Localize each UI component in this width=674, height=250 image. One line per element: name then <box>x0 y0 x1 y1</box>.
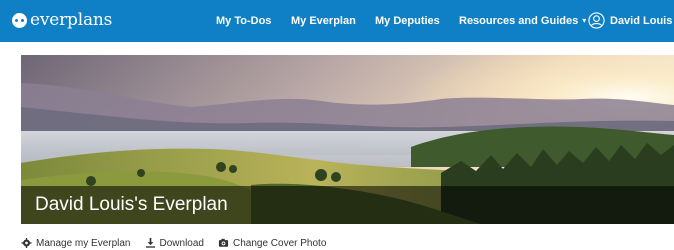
camera-icon <box>218 238 229 247</box>
user-avatar-icon[interactable] <box>588 12 605 29</box>
gear-icon <box>21 238 32 248</box>
everplans-logo[interactable]: everplans <box>12 10 112 30</box>
everplan-action-bar: Manage my Everplan Download Change Cover… <box>21 236 340 250</box>
page-title: David Louis's Everplan <box>35 194 228 215</box>
manage-everplan-button[interactable]: Manage my Everplan <box>21 238 131 249</box>
nav-link-resources-and-guides[interactable]: Resources and Guides ▾ <box>459 15 586 27</box>
download-icon <box>145 238 155 248</box>
cover-title-bar: David Louis's Everplan <box>21 186 674 224</box>
brand-name: everplans <box>30 10 113 30</box>
change-cover-photo-button[interactable]: Change Cover Photo <box>218 238 326 249</box>
cover-photo: David Louis's Everplan <box>21 55 674 224</box>
download-button[interactable]: Download <box>145 238 204 249</box>
nav-link-my-everplan[interactable]: My Everplan <box>291 15 356 27</box>
user-menu[interactable]: David Louis▾ <box>610 15 674 27</box>
download-label: Download <box>159 237 204 249</box>
nav-link-my-todos[interactable]: My To-Dos <box>216 15 271 27</box>
manage-everplan-label: Manage my Everplan <box>36 237 131 249</box>
nav-link-resources-label: Resources and Guides <box>459 15 579 27</box>
chevron-down-icon: ▾ <box>582 16 587 25</box>
change-cover-photo-label: Change Cover Photo <box>232 237 327 249</box>
everplans-logo-icon <box>12 12 27 28</box>
nav-link-my-deputies[interactable]: My Deputies <box>375 15 440 27</box>
top-navbar: everplans My To-Dos My Everplan My Deput… <box>0 0 674 42</box>
user-name: David Louis <box>610 15 673 27</box>
